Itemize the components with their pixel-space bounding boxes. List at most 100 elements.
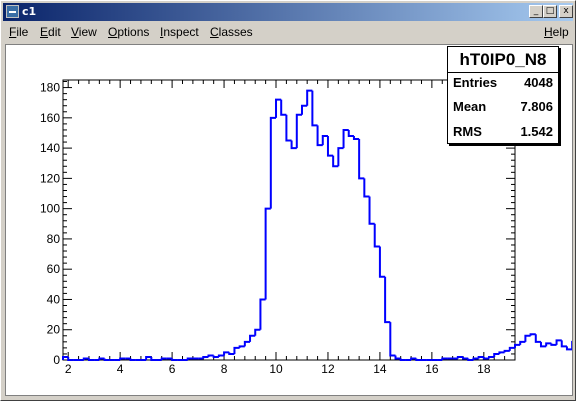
y-tick-label: 160 bbox=[40, 111, 60, 125]
histogram-bin bbox=[378, 246, 386, 278]
y-tick-label: 120 bbox=[40, 171, 60, 185]
menu-options-accel: O bbox=[108, 25, 118, 39]
stats-entries-label: Entries bbox=[453, 75, 498, 90]
y-tick-label: 180 bbox=[40, 81, 60, 95]
histogram-bin bbox=[519, 340, 526, 345]
menu-file-label: ile bbox=[16, 25, 29, 39]
histogram-bin bbox=[373, 223, 380, 248]
histogram-bin bbox=[243, 340, 251, 347]
maximize-button[interactable]: □ bbox=[543, 5, 557, 18]
histogram-bin bbox=[150, 356, 157, 361]
histogram-bin bbox=[202, 355, 209, 359]
y-tick-label: 80 bbox=[47, 232, 61, 246]
y-tick-label: 40 bbox=[47, 292, 61, 306]
histogram-bin bbox=[352, 136, 360, 141]
menu-inspect[interactable]: Inspect bbox=[160, 25, 199, 39]
histogram-bin bbox=[347, 129, 354, 137]
menu-bar: File Edit View Options Inspect Classes H… bbox=[3, 22, 573, 42]
histogram-bin bbox=[534, 334, 541, 343]
menu-help[interactable]: Help bbox=[544, 25, 569, 39]
x-tick-label: 12 bbox=[321, 362, 335, 376]
histogram-bin bbox=[233, 346, 240, 354]
close-button[interactable]: x bbox=[559, 5, 573, 18]
histogram-bin bbox=[498, 351, 505, 354]
menu-classes-accel: C bbox=[210, 25, 219, 39]
menu-classes[interactable]: Classes bbox=[210, 25, 253, 39]
stats-box[interactable]: hT0IP0_N8 Entries 4048 Mean 7.806 RMS 1.… bbox=[447, 46, 559, 144]
menu-view[interactable]: View bbox=[71, 25, 97, 39]
histogram-bin bbox=[295, 113, 302, 149]
x-tick-label: 6 bbox=[169, 362, 176, 376]
menu-classes-label: lasses bbox=[218, 25, 253, 39]
y-tick-label: 0 bbox=[53, 353, 60, 367]
histogram-bin bbox=[363, 178, 370, 198]
root-window: c1 _ □ x File Edit View Options Inspect … bbox=[0, 0, 576, 401]
histogram-bin bbox=[300, 104, 308, 115]
stats-mean-value: 7.806 bbox=[520, 99, 553, 114]
histogram-bin bbox=[67, 356, 74, 361]
histogram-bin bbox=[462, 356, 469, 360]
y-tick-label: 60 bbox=[47, 262, 61, 276]
menu-edit-label: dit bbox=[48, 25, 61, 39]
x-tick-label: 8 bbox=[221, 362, 228, 376]
menu-edit[interactable]: Edit bbox=[40, 25, 61, 39]
y-tick-label: 140 bbox=[40, 141, 60, 155]
histogram-bin bbox=[129, 358, 136, 361]
histogram-bin bbox=[254, 328, 261, 336]
app-icon bbox=[6, 5, 19, 18]
histogram-bin bbox=[264, 207, 271, 300]
histogram-bin bbox=[280, 99, 287, 116]
histogram-bin bbox=[269, 116, 277, 209]
histogram-bin bbox=[389, 322, 396, 357]
menu-options-label: ptions bbox=[117, 25, 150, 39]
histogram-bin bbox=[358, 139, 365, 180]
histogram-bin bbox=[238, 345, 245, 348]
histogram-bin bbox=[249, 334, 256, 342]
histogram-bin bbox=[560, 340, 567, 348]
stats-rms-label: RMS bbox=[453, 124, 482, 139]
stats-mean-label: Mean bbox=[453, 99, 487, 114]
window-title: c1 bbox=[22, 5, 37, 18]
histogram-bin bbox=[493, 352, 500, 357]
histogram-bin bbox=[415, 358, 422, 361]
stats-rms-value: 1.542 bbox=[520, 124, 553, 139]
histogram-bin bbox=[394, 355, 401, 360]
histogram-bin bbox=[524, 334, 531, 342]
histogram-bin bbox=[399, 358, 406, 361]
histogram-bin bbox=[87, 358, 95, 361]
menu-options[interactable]: Options bbox=[108, 25, 149, 39]
histogram-bin bbox=[285, 114, 292, 142]
menu-edit-accel: E bbox=[40, 25, 49, 39]
histogram-bin bbox=[326, 136, 334, 157]
x-tick-label: 18 bbox=[477, 362, 491, 376]
y-tick-label: 20 bbox=[47, 323, 61, 337]
x-tick-label: 16 bbox=[425, 362, 439, 376]
histogram-bin bbox=[311, 90, 318, 127]
menu-view-accel: V bbox=[71, 25, 79, 39]
menu-view-label: iew bbox=[78, 25, 97, 39]
stats-title: hT0IP0_N8 bbox=[448, 47, 558, 73]
menu-help-label: elp bbox=[552, 25, 569, 39]
x-tick-label: 4 bbox=[117, 362, 124, 376]
x-tick-label: 10 bbox=[269, 362, 283, 376]
histogram-bin bbox=[259, 298, 266, 330]
histogram-bin bbox=[368, 196, 375, 225]
histogram-bin bbox=[508, 346, 515, 351]
histogram-bin bbox=[337, 147, 344, 167]
histogram-bin bbox=[503, 349, 510, 353]
stats-entries-value: 4048 bbox=[524, 75, 553, 90]
menu-inspect-label: nspect bbox=[163, 25, 199, 39]
histogram-bin bbox=[488, 355, 495, 359]
histogram-bin bbox=[103, 358, 110, 361]
histogram-bin bbox=[171, 358, 178, 361]
x-tick-label: 14 bbox=[373, 362, 387, 376]
menu-help-accel: H bbox=[544, 25, 553, 39]
y-tick-label: 100 bbox=[40, 202, 60, 216]
title-bar[interactable]: c1 _ □ x bbox=[3, 3, 573, 21]
x-tick-label: 2 bbox=[65, 362, 72, 376]
histogram-bin bbox=[384, 276, 391, 324]
menu-file[interactable]: File bbox=[9, 25, 28, 39]
minimize-button[interactable]: _ bbox=[529, 5, 543, 18]
histogram-bin bbox=[217, 354, 225, 357]
histogram-bin bbox=[514, 343, 521, 348]
